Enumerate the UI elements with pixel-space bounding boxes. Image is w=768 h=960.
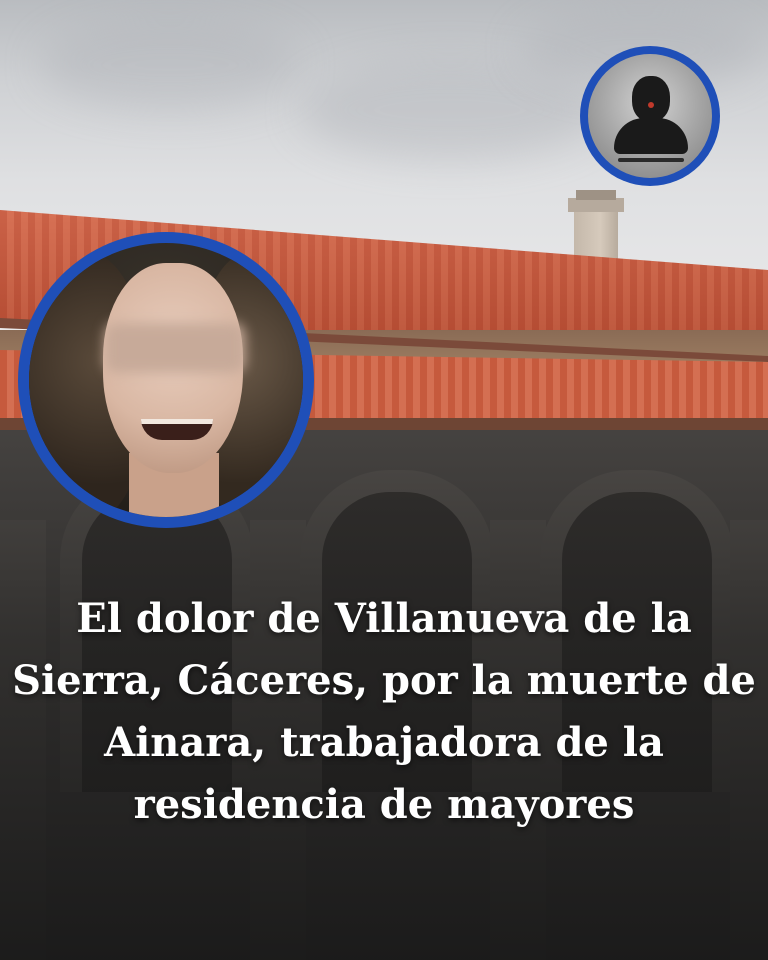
- headline-line: residencia de mayores: [133, 781, 635, 828]
- silhouette-icon: [588, 54, 712, 178]
- headline: El dolor de Villanueva de la Sierra, Các…: [0, 588, 768, 836]
- news-card: El dolor de Villanueva de la Sierra, Các…: [0, 0, 768, 960]
- blurred-eyes: [105, 323, 245, 373]
- victim-photo: [18, 232, 314, 528]
- anonymous-profile-photo: [580, 46, 720, 186]
- headline-line: Ainara, trabajadora de la: [104, 719, 664, 766]
- headline-line: El dolor de Villanueva de la: [76, 595, 692, 642]
- headline-line: Sierra, Cáceres, por la muerte de: [12, 657, 756, 704]
